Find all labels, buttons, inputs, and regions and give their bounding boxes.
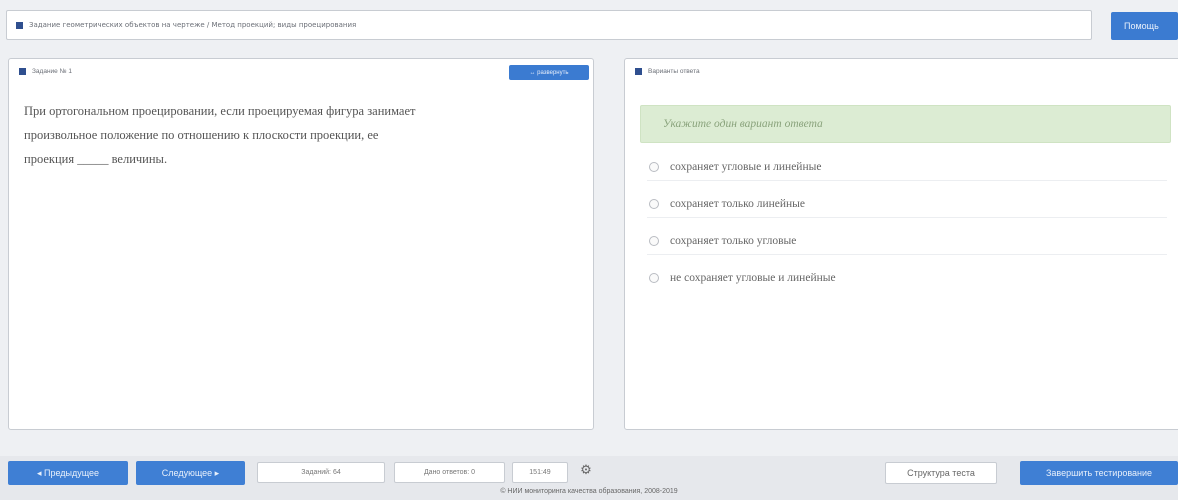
answer-option[interactable]: не сохраняет угловые и линейные	[649, 268, 836, 288]
question-line: произвольное положение по отношению к пл…	[24, 128, 379, 142]
gear-icon[interactable]: ⚙	[579, 464, 593, 478]
answer-option-label: сохраняет угловые и линейные	[670, 161, 822, 173]
previous-button[interactable]: ◂ Предыдущее	[8, 461, 128, 485]
question-number: Задание № 1	[32, 68, 72, 76]
answered-count: Дано ответов: 0	[394, 462, 505, 483]
radio-icon[interactable]	[649, 273, 659, 283]
radio-icon[interactable]	[649, 236, 659, 246]
finish-test-button[interactable]: Завершить тестирование	[1020, 461, 1178, 485]
answers-panel: Варианты ответа Укажите один вариант отв…	[624, 58, 1178, 430]
answer-option-label: сохраняет только линейные	[670, 198, 805, 210]
answer-option-label: не сохраняет угловые и линейные	[670, 272, 836, 284]
option-divider	[647, 217, 1167, 218]
question-panel: Задание № 1 ↔ развернуть При ортогональн…	[8, 58, 594, 430]
bullet-square-icon	[19, 68, 26, 75]
topic-breadcrumb: Задание геометрических объектов на черте…	[6, 10, 1092, 40]
question-line: проекция _____ величины.	[24, 152, 168, 166]
answer-option[interactable]: сохраняет только угловые	[649, 231, 796, 251]
tasks-count: Заданий: 64	[257, 462, 385, 483]
next-button[interactable]: Следующее ▸	[136, 461, 245, 485]
copyright-footer: © НИИ мониторинга качества образования, …	[500, 488, 678, 495]
bullet-square-icon	[16, 21, 23, 29]
answer-option[interactable]: сохраняет угловые и линейные	[649, 157, 821, 177]
answer-option[interactable]: сохраняет только линейные	[649, 194, 805, 214]
radio-icon[interactable]	[649, 199, 659, 209]
timer: 151:49	[512, 462, 568, 483]
topic-text: Задание геометрических объектов на черте…	[29, 21, 357, 29]
answer-option-label: сохраняет только угловые	[670, 235, 797, 247]
question-header: Задание № 1	[19, 68, 72, 75]
test-structure-button[interactable]: Структура теста	[885, 462, 997, 484]
help-button[interactable]: Помощь	[1111, 12, 1178, 40]
question-text: При ортогональном проецировании, если пр…	[24, 99, 564, 171]
answers-header-label: Варианты ответа	[648, 68, 700, 76]
answer-hint: Укажите один вариант ответа	[640, 105, 1171, 143]
expand-button[interactable]: ↔ развернуть	[509, 65, 589, 80]
option-divider	[647, 180, 1167, 181]
bullet-square-icon	[635, 68, 642, 75]
radio-icon[interactable]	[649, 162, 659, 172]
option-divider	[647, 254, 1167, 255]
question-line: При ортогональном проецировании, если пр…	[24, 104, 416, 118]
answers-header: Варианты ответа	[635, 68, 700, 75]
